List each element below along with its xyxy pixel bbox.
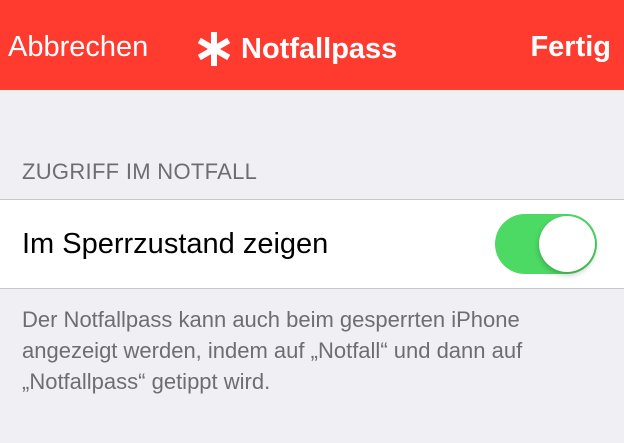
show-when-locked-cell: Im Sperrzustand zeigen: [0, 199, 624, 289]
done-button[interactable]: Fertig: [530, 27, 611, 67]
page-title: Notfallpass: [195, 27, 397, 71]
section-header: ZUGRIFF IM NOTFALL: [22, 159, 258, 184]
navigation-bar: Abbrechen Notfallpass Fertig: [0, 0, 624, 90]
page-title-text: Notfallpass: [241, 32, 398, 65]
asterisk-icon: [197, 32, 231, 66]
show-when-locked-toggle[interactable]: [495, 214, 597, 274]
toggle-knob: [539, 216, 595, 272]
show-when-locked-label: Im Sperrzustand zeigen: [22, 228, 329, 260]
section-footer: Der Notfallpass kann auch beim gesperrte…: [22, 307, 523, 394]
cancel-button[interactable]: Abbrechen: [8, 27, 148, 67]
